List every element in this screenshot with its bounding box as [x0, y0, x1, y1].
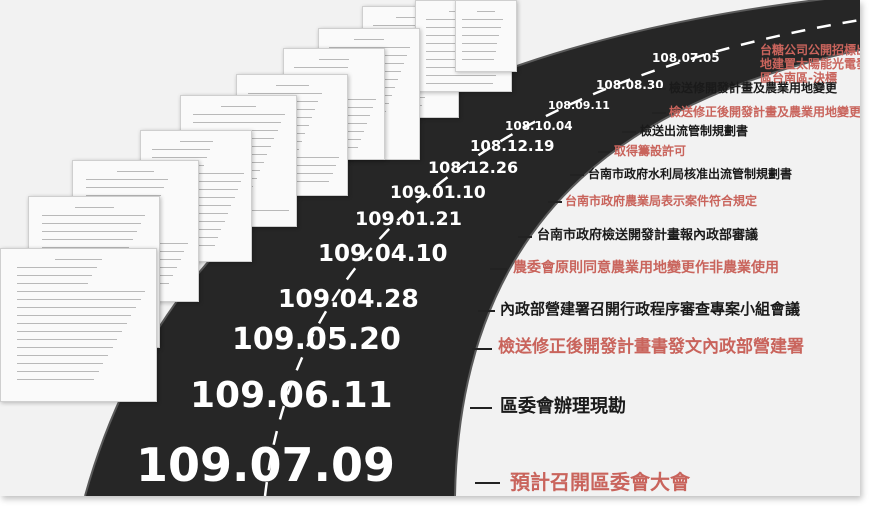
document-line [462, 35, 500, 36]
document-line [477, 11, 495, 12]
timeline-date: 109.04.28 [278, 284, 419, 313]
timeline-tick [652, 88, 666, 90]
document-line [192, 122, 282, 123]
document-line [294, 67, 348, 68]
timeline-date: 109.04.10 [318, 241, 448, 267]
document-line [55, 259, 102, 260]
timeline-tick [475, 482, 500, 484]
timeline-tick [470, 407, 492, 409]
timeline-event: 預計召開區委會大會 [510, 470, 690, 494]
document-line [42, 231, 137, 232]
timeline-tick [652, 112, 666, 114]
document-line [16, 299, 141, 300]
document-line [85, 187, 165, 188]
timeline-event: 農委會原則同意農業用地變更作非農業使用 [513, 260, 779, 276]
timeline-date: 109.01.10 [390, 183, 486, 203]
document-line [16, 323, 127, 324]
timeline-tick [490, 268, 507, 270]
timeline-event: 台南市政府農業局表示案件符合規定 [565, 194, 758, 208]
document-line [16, 307, 136, 308]
timeline-event: 檢送修正後開發計畫書發文內政部營建署 [498, 337, 804, 357]
document-line [462, 51, 496, 52]
document-line [179, 141, 213, 142]
document-line [462, 59, 494, 60]
document-line [16, 339, 118, 340]
timeline-tick [548, 201, 562, 203]
document-line [425, 75, 496, 76]
document-line [152, 157, 207, 158]
document-line [221, 106, 256, 107]
document-line [16, 275, 93, 276]
document-line [16, 371, 99, 372]
document-line [462, 43, 498, 44]
document-line [42, 223, 141, 224]
timeline-tick [472, 347, 492, 350]
document-line [16, 379, 94, 380]
document-line [42, 239, 133, 240]
document-thumbnail [455, 0, 517, 72]
timeline-date: 108.07.05 [652, 51, 720, 65]
timeline-tick [478, 309, 495, 312]
document-line [16, 315, 132, 316]
timeline-date: 109.01.21 [355, 208, 462, 230]
document-line [74, 207, 114, 208]
document-line [192, 114, 285, 115]
document-line [85, 179, 168, 180]
timeline-event: 檢送修正後開發計畫及農業用地變更 [669, 105, 860, 119]
timeline-event: 取得籌設許可 [614, 144, 687, 158]
document-line [16, 363, 104, 364]
document-line [42, 215, 145, 216]
document-thumbnail [0, 248, 157, 402]
document-line [152, 149, 211, 150]
timeline-slide: 108.07.05 108.08.30 108.09.11 108.10.04 108.… [0, 0, 860, 496]
timeline-date: 108.12.26 [428, 158, 519, 177]
document-line [354, 39, 384, 40]
document-line [116, 171, 155, 172]
timeline-event: 檢送修開發計畫及農業用地變更 [669, 81, 838, 95]
timeline-event: 區委會辦理現勘 [500, 396, 626, 417]
document-line [275, 85, 309, 86]
timeline-event: 台南市政府檢送開發計畫報內政部審議 [537, 228, 759, 243]
timeline-date: 108.12.19 [470, 137, 555, 155]
timeline-date: 108.10.04 [505, 119, 573, 133]
timeline-tick [518, 235, 532, 238]
document-line [16, 283, 88, 284]
document-line [16, 267, 98, 268]
document-line [16, 347, 113, 348]
timeline-event: 台南市政府水利局核准出流管制規劃書 [588, 167, 793, 181]
document-line [16, 355, 108, 356]
document-line [425, 83, 493, 84]
document-line [16, 331, 122, 332]
timeline-event: 內政部營建署召開行政程序審查專案小組會議 [500, 300, 801, 318]
timeline-event: 檢送出流管制規劃書 [640, 124, 749, 138]
document-line [16, 291, 146, 292]
document-line [462, 19, 503, 20]
timeline-date: 108.09.11 [548, 99, 610, 112]
timeline-tick [622, 131, 636, 133]
timeline-event-line: 地建置太陽能光電發電 [760, 57, 860, 71]
timeline-event: 台糖公司公開招標出租 [760, 43, 860, 57]
document-line [462, 27, 501, 28]
timeline-date: 109.06.11 [190, 375, 393, 416]
timeline-date: 109.07.09 [136, 438, 395, 492]
timeline-tick [598, 151, 610, 153]
document-line [319, 59, 349, 60]
timeline-tick [570, 174, 584, 176]
document-line [248, 93, 322, 94]
timeline-date: 109.05.20 [232, 322, 401, 357]
